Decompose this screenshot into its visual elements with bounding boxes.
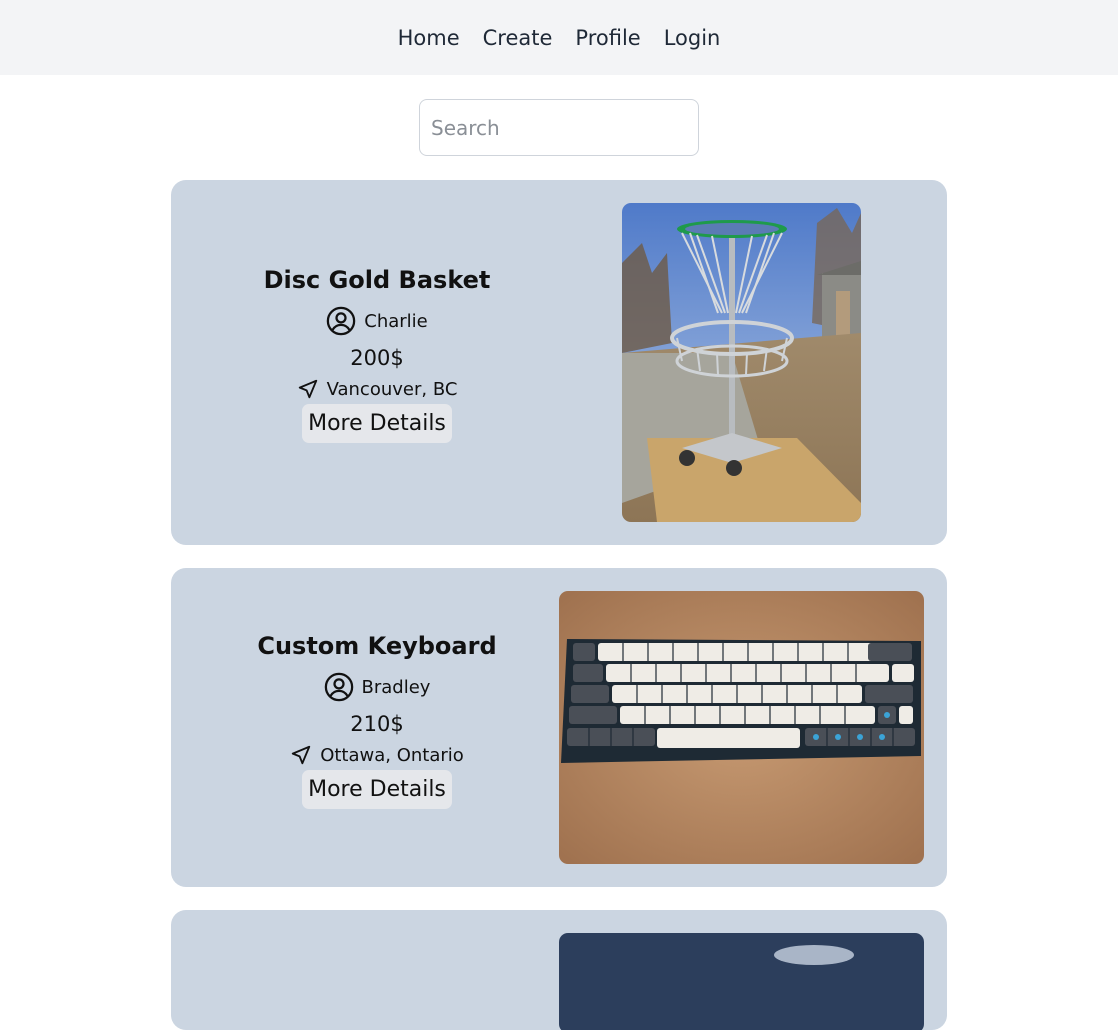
listing-location: Ottawa, Ontario xyxy=(320,744,464,766)
listing-price: 200$ xyxy=(350,346,404,370)
nav-login-link[interactable]: Login xyxy=(664,26,721,50)
listing-info: Disc Gold Basket Charlie 200$ Vancouver,… xyxy=(171,264,583,443)
seller-name: Charlie xyxy=(364,310,428,332)
seller-row: Charlie xyxy=(326,306,428,336)
listing-title: Disc Gold Basket xyxy=(263,266,491,294)
listing-card: Disc Gold Basket Charlie 200$ Vancouver,… xyxy=(171,180,947,545)
search-container xyxy=(0,99,1118,156)
listing-info: Custom Keyboard Bradley 210$ Ottawa, Ont… xyxy=(171,630,583,809)
nav-profile-link[interactable]: Profile xyxy=(575,26,640,50)
more-details-button[interactable]: More Details xyxy=(302,404,452,443)
listing-price: 210$ xyxy=(350,712,404,736)
location-row: Ottawa, Ontario xyxy=(290,744,464,766)
seller-name: Bradley xyxy=(361,676,431,698)
user-circle-icon xyxy=(326,306,356,336)
listing-location: Vancouver, BC xyxy=(326,378,458,400)
navigation-arrow-icon xyxy=(297,378,319,400)
listing-title: Custom Keyboard xyxy=(257,632,497,660)
top-navbar: Home Create Profile Login xyxy=(0,0,1118,75)
user-circle-icon xyxy=(324,672,354,702)
nav-home-link[interactable]: Home xyxy=(398,26,460,50)
nav-create-link[interactable]: Create xyxy=(483,26,553,50)
search-input[interactable] xyxy=(419,99,699,156)
more-details-button[interactable]: More Details xyxy=(302,770,452,809)
listing-image[interactable] xyxy=(559,591,924,864)
seller-row: Bradley xyxy=(324,672,431,702)
location-row: Vancouver, BC xyxy=(297,378,458,400)
navigation-arrow-icon xyxy=(290,744,312,766)
listing-card xyxy=(171,910,947,1030)
listing-card: Custom Keyboard Bradley 210$ Ottawa, Ont… xyxy=(171,568,947,887)
listing-image[interactable] xyxy=(622,203,861,522)
